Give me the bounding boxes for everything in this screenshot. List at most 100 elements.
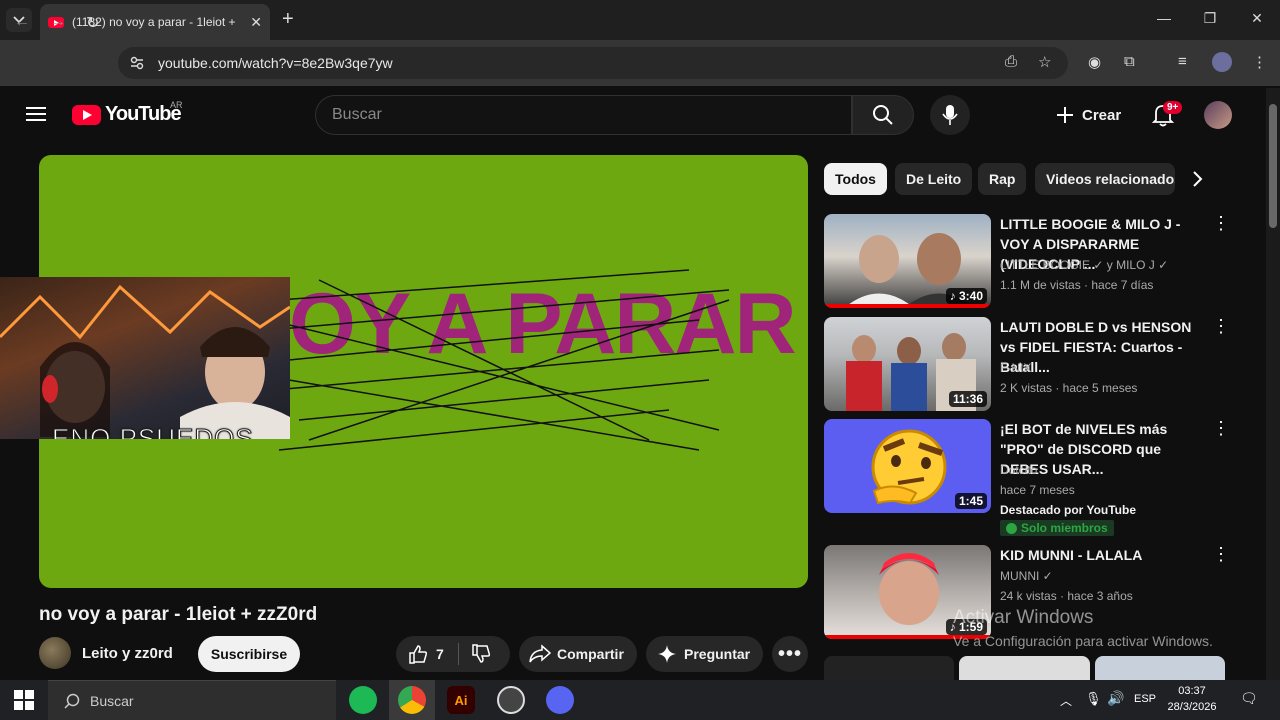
country-code: AR [170,100,183,110]
microphone-icon [942,105,958,125]
video-thumbnail[interactable]: ♪ 3:40 [824,214,991,308]
adobe-illustrator-icon[interactable]: Ai [447,686,475,714]
share-button[interactable]: Compartir [519,636,637,672]
recommendation-channel[interactable]: F-NIX [1000,361,1031,375]
featured-label: Destacado por YouTube [1000,503,1137,517]
extensions-icon[interactable]: ⧉ [1124,53,1135,70]
members-icon [1006,522,1017,534]
search-icon [64,693,80,709]
media-controls-icon[interactable]: ≡ [1178,53,1187,70]
video-thumbnail[interactable] [959,656,1090,680]
windows-start-icon[interactable] [14,690,34,715]
close-window-button[interactable]: ✕ [1247,10,1267,27]
profile-avatar-icon[interactable] [1212,52,1232,72]
more-vertical-icon[interactable]: ⋮ [1212,214,1230,232]
subscribe-button[interactable]: Suscribirse [198,636,300,672]
more-actions-button[interactable]: ••• [772,636,808,672]
members-only-label: Solo miembros [1021,521,1108,535]
notification-count-badge: 9+ [1163,101,1183,114]
recommendation-title[interactable]: KID MUNNI - LALALA [1000,545,1205,565]
chip-videos-relacionados[interactable]: Videos relacionados [1035,163,1175,195]
recommendation-channel[interactable]: LITTLE BOOGIE ✓ y MILO J ✓ [1000,258,1168,272]
channel-avatar[interactable] [39,637,71,669]
chip-de-leito[interactable]: De Leito [895,163,973,195]
chevron-right-icon [1193,171,1203,187]
close-tab-icon[interactable]: ✕ [250,14,262,31]
like-count: 7 [436,646,444,662]
incognito-icon[interactable]: ◉ [1088,53,1101,71]
recommendation-item[interactable]: ♪ 3:40 LITTLE BOOGIE & MILO J - VOY A DI… [824,214,1234,310]
create-button[interactable]: Crear [1046,95,1126,135]
duration-badge: 11:36 [948,391,987,407]
browser-menu-icon[interactable]: ⋮ [1252,53,1267,71]
account-avatar[interactable] [1204,101,1232,129]
webcam-scene [0,284,290,439]
recommendation-channel[interactable]: MUNNI ✓ [1000,569,1053,583]
youtube-logo[interactable]: YouTube [72,103,182,126]
scribble-overlay [269,269,730,451]
video-thumbnail[interactable] [824,656,954,680]
recommendation-meta: 24 k vistas · hace 3 años [1000,589,1133,603]
url-text: youtube.com/watch?v=8e2Bw3qe7yw [158,55,393,71]
address-bar[interactable]: youtube.com/watch?v=8e2Bw3qe7yw [118,47,1068,79]
recommendation-item[interactable]: 1:45 ¡El BOT de NIVELES más "PRO" de DIS… [824,419,1234,539]
minimize-button[interactable]: — [1154,10,1174,26]
thumbs-down-icon [472,644,491,663]
microphone-tray-icon[interactable]: 🎙 [1085,691,1102,707]
new-tab-button[interactable]: + [282,9,294,29]
chips-next-button[interactable] [1192,170,1204,193]
voice-search-button[interactable] [930,95,970,135]
chrome-icon[interactable] [398,686,426,714]
taskbar-search-input[interactable]: Buscar [48,680,336,720]
forward-button[interactable]: → [50,13,66,31]
members-only-badge: Solo miembros [1000,520,1114,536]
share-icon [529,644,551,663]
search-button[interactable] [852,95,914,135]
recommendation-meta: 2 K vistas · hace 5 meses [1000,381,1138,395]
chip-todos[interactable]: Todos [824,163,887,195]
like-dislike-group: 7 [396,636,510,672]
youtube-play-icon [72,104,101,125]
search-input[interactable]: Buscar [315,95,852,135]
more-vertical-icon[interactable]: ⋮ [1212,545,1230,563]
duration-badge: ♪ 3:40 [945,288,987,304]
volume-icon[interactable]: 🔊 [1107,690,1124,707]
ask-button[interactable]: Preguntar [646,636,763,672]
chip-rap[interactable]: Rap [978,163,1027,195]
dislike-button[interactable] [459,644,491,664]
back-button[interactable]: ← [14,13,30,31]
recommendation-meta: hace 7 meses [1000,483,1075,497]
search-icon [873,105,893,125]
tab-active[interactable]: (1182) no voy a parar - 1leiot + ✕ [40,4,270,40]
activation-title: Activar Windows [953,607,1094,628]
more-vertical-icon[interactable]: ⋮ [1212,317,1230,335]
restore-button[interactable]: ❐ [1200,10,1220,27]
more-horizontal-icon: ••• [777,642,802,665]
more-vertical-icon[interactable]: ⋮ [1212,419,1230,437]
obs-icon[interactable] [497,686,525,714]
spotify-icon[interactable] [349,686,377,714]
site-settings-icon[interactable] [130,56,144,70]
recommendation-channel[interactable]: Dotcito [1000,463,1037,477]
system-clock[interactable]: 03:37 28/3/2026 [1162,683,1222,715]
channel-name[interactable]: Leito y zz0rd [82,645,173,662]
bookmark-star-icon[interactable]: ☆ [1038,53,1051,71]
video-thumbnail[interactable] [1095,656,1225,680]
video-thumbnail[interactable]: 1:45 [824,419,991,513]
language-indicator[interactable]: ESP [1134,693,1156,705]
hamburger-menu-icon[interactable] [26,104,46,124]
recommendation-item[interactable]: 11:36 LAUTI DOBLE D vs HENSON vs FIDEL F… [824,317,1234,413]
install-app-icon[interactable]: ⎙ [1005,53,1017,70]
like-button[interactable]: 7 [396,644,458,664]
duration-badge: 1:45 [954,493,987,509]
streamer-webcam-overlay: ENO PSUEDOS [0,277,290,439]
activation-subtitle: Ve a Configuración para activar Windows. [953,633,1213,649]
tray-overflow-icon[interactable]: ︿ [1060,692,1072,709]
video-thumbnail[interactable]: 11:36 [824,317,991,411]
sparkle-icon [658,645,676,663]
reload-button[interactable]: ↻ [86,13,99,33]
discord-icon[interactable] [546,686,574,714]
webcam-caption: ENO PSUEDOS [52,423,254,440]
scrollbar-thumb[interactable] [1269,104,1277,228]
notification-center-icon[interactable]: 🗨 [1240,690,1258,707]
